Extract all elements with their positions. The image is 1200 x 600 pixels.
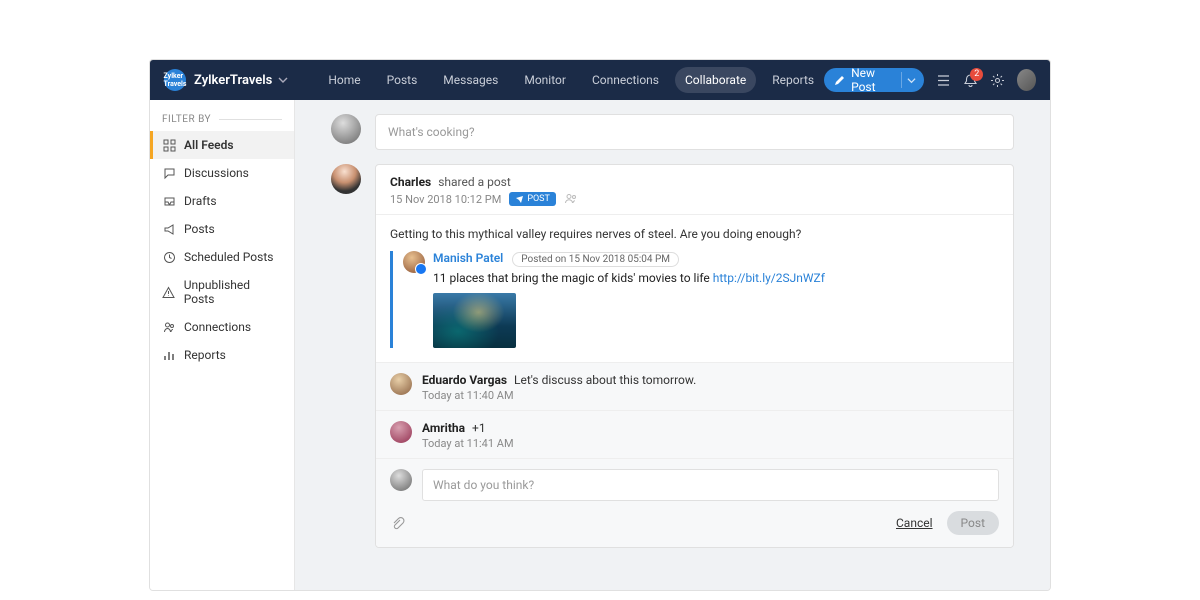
main-feed: What's cooking? Charles shared a post 15… — [295, 100, 1050, 590]
post-type-badge: POST — [509, 192, 556, 206]
comment-avatar[interactable] — [390, 421, 412, 443]
reply-action-buttons: Cancel Post — [896, 511, 999, 535]
post-action-text: shared a post — [438, 175, 511, 189]
new-post-label: New Post — [851, 66, 888, 94]
brand-name[interactable]: ZylkerTravels — [194, 73, 272, 88]
brand-dropdown-caret[interactable] — [278, 75, 288, 85]
reply-avatar — [390, 469, 412, 491]
brand-logo: Zylker Travels — [164, 69, 186, 91]
comment-time: Today at 11:41 AM — [422, 437, 514, 450]
nav-home[interactable]: Home — [318, 67, 370, 93]
feed-row: Charles shared a post 15 Nov 2018 10:12 … — [331, 164, 1014, 548]
comment-row: Amritha +1 Today at 11:41 AM — [376, 410, 1013, 458]
main-nav: Home Posts Messages Monitor Connections … — [318, 67, 824, 93]
nav-connections[interactable]: Connections — [582, 67, 669, 93]
notifications-icon[interactable]: 2 — [963, 73, 978, 88]
sidebar-item-drafts[interactable]: Drafts — [150, 187, 294, 215]
sidebar-item-connections[interactable]: Connections — [150, 313, 294, 341]
megaphone-icon — [162, 222, 176, 236]
nav-reports[interactable]: Reports — [762, 67, 824, 93]
sidebar-item-label: Connections — [184, 320, 251, 334]
nested-posted-on: Posted on 15 Nov 2018 05:04 PM — [512, 252, 679, 267]
sidebar-item-posts[interactable]: Posts — [150, 215, 294, 243]
body: FILTER BY All Feeds Discussions Drafts P… — [150, 100, 1050, 590]
post-body-text: Getting to this mythical valley requires… — [390, 227, 999, 241]
sidebar-item-label: Reports — [184, 348, 226, 362]
comment-row: Eduardo Vargas Let's discuss about this … — [376, 363, 1013, 410]
card-header: Charles shared a post 15 Nov 2018 10:12 … — [376, 165, 1013, 215]
post-comment-button[interactable]: Post — [947, 511, 999, 535]
post-author-name[interactable]: Charles — [390, 175, 431, 189]
nested-thumbnail[interactable] — [433, 293, 516, 348]
nav-messages[interactable]: Messages — [433, 67, 508, 93]
post-author-avatar[interactable] — [331, 164, 361, 194]
topbar-right: New Post 2 — [824, 68, 1036, 92]
sidebar-item-discussions[interactable]: Discussions — [150, 159, 294, 187]
topbar: Zylker Travels ZylkerTravels Home Posts … — [150, 60, 1050, 100]
settings-gear-icon[interactable] — [990, 73, 1005, 88]
card-body: Getting to this mythical valley requires… — [376, 215, 1013, 362]
comment-body: Amritha +1 Today at 11:41 AM — [422, 421, 514, 450]
sidebar-item-label: Scheduled Posts — [184, 250, 273, 264]
sidebar-item-all-feeds[interactable]: All Feeds — [150, 131, 294, 159]
grid-icon — [162, 138, 176, 152]
comment-body: Eduardo Vargas Let's discuss about this … — [422, 373, 696, 402]
sidebar-item-label: Posts — [184, 222, 215, 236]
user-avatar[interactable] — [1017, 69, 1036, 91]
filter-by-label: FILTER BY — [150, 100, 294, 131]
sidebar-item-scheduled[interactable]: Scheduled Posts — [150, 243, 294, 271]
comment-text: Let's discuss about this tomorrow. — [514, 373, 696, 387]
sidebar: FILTER BY All Feeds Discussions Drafts P… — [150, 100, 295, 590]
people-icon — [162, 320, 176, 334]
bars-icon — [162, 348, 176, 362]
sidebar-item-reports[interactable]: Reports — [150, 341, 294, 369]
warning-icon — [162, 285, 176, 299]
compose-avatar — [331, 114, 361, 144]
reply-actions: Cancel Post — [376, 501, 1013, 547]
reply-zone: What do you think? — [376, 458, 1013, 501]
nav-collaborate[interactable]: Collaborate — [675, 67, 756, 93]
chat-icon — [162, 166, 176, 180]
nav-posts[interactable]: Posts — [377, 67, 428, 93]
nav-monitor[interactable]: Monitor — [514, 67, 576, 93]
nested-link[interactable]: http://bit.ly/2SJnWZf — [713, 271, 825, 285]
new-post-divider — [901, 72, 902, 88]
nested-author-avatar[interactable] — [403, 251, 425, 273]
clock-icon — [162, 250, 176, 264]
sidebar-item-label: Drafts — [184, 194, 217, 208]
nested-shared-post: Manish Patel Posted on 15 Nov 2018 05:04… — [390, 251, 999, 348]
cancel-button[interactable]: Cancel — [896, 516, 933, 530]
feed-card: Charles shared a post 15 Nov 2018 10:12 … — [375, 164, 1014, 548]
compose-input[interactable]: What's cooking? — [375, 114, 1014, 150]
comment-author[interactable]: Eduardo Vargas — [422, 373, 507, 387]
nested-body: Manish Patel Posted on 15 Nov 2018 05:04… — [433, 251, 825, 348]
sidebar-item-unpublished[interactable]: Unpublished Posts — [150, 271, 294, 313]
comment-time: Today at 11:40 AM — [422, 389, 696, 402]
comment-text: +1 — [472, 421, 486, 435]
list-icon[interactable] — [936, 73, 951, 88]
sidebar-item-label: Discussions — [184, 166, 249, 180]
audience-icon[interactable] — [564, 193, 578, 205]
nested-text: 11 places that bring the magic of kids' … — [433, 271, 825, 285]
comments-section: Eduardo Vargas Let's discuss about this … — [376, 362, 1013, 547]
pencil-icon — [834, 75, 845, 86]
compose-row: What's cooking? — [331, 114, 1014, 150]
attachment-icon[interactable] — [390, 516, 405, 531]
post-meta-line: 15 Nov 2018 10:12 PM POST — [390, 192, 999, 206]
app-frame: Zylker Travels ZylkerTravels Home Posts … — [150, 60, 1050, 590]
sidebar-item-label: All Feeds — [184, 138, 234, 152]
nested-author-name[interactable]: Manish Patel — [433, 251, 503, 265]
reply-input[interactable]: What do you think? — [422, 469, 999, 501]
chevron-down-icon[interactable] — [907, 76, 916, 85]
inbox-icon — [162, 194, 176, 208]
post-timestamp: 15 Nov 2018 10:12 PM — [390, 193, 501, 206]
comment-avatar[interactable] — [390, 373, 412, 395]
post-header-line: Charles shared a post — [390, 175, 999, 189]
notification-badge: 2 — [970, 68, 983, 81]
sidebar-item-label: Unpublished Posts — [184, 278, 282, 306]
comment-author[interactable]: Amritha — [422, 421, 465, 435]
new-post-button[interactable]: New Post — [824, 68, 924, 92]
